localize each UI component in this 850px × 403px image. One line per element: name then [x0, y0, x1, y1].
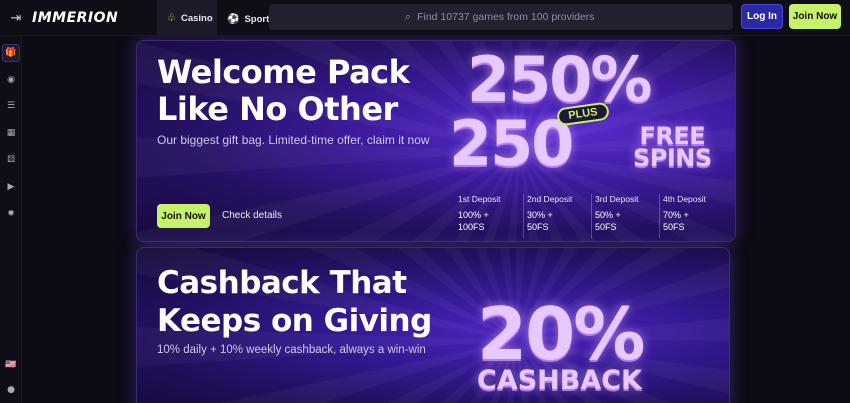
deposit-title: 3rd Deposit — [595, 194, 639, 204]
deposit-title: 1st Deposit — [458, 194, 501, 204]
deposit-item: 4th Deposit 70% + 50FS — [659, 194, 727, 238]
check-details-link[interactable]: Check details — [222, 210, 282, 221]
banner1-title-line1: Welcome Pack — [157, 53, 410, 91]
search-bar[interactable]: ⌕ — [269, 4, 733, 30]
casino-icon: ♧ — [167, 12, 176, 24]
sport-icon: ⚽ — [227, 13, 240, 25]
chat-icon[interactable]: ● — [2, 381, 20, 399]
deposit-spins: 50FS — [527, 222, 549, 232]
banner2-title-line2: Keeps on Giving — [157, 303, 432, 339]
welcome-pack-banner[interactable]: Welcome Pack Like No Other Our biggest g… — [136, 40, 736, 242]
logo-area: ⇥ IMMERION — [0, 0, 118, 36]
logo[interactable]: IMMERION — [32, 10, 118, 26]
spins-label: SPINS — [633, 144, 712, 172]
sidebar-toggle-icon[interactable]: ⇥ — [4, 6, 28, 30]
cashback-percent: 20% — [477, 292, 645, 376]
sun-icon[interactable]: ✹ — [2, 205, 20, 223]
banner2-subtitle: 10% daily + 10% weekly cashback, always … — [157, 344, 426, 356]
login-button[interactable]: Log In — [741, 4, 783, 29]
cashback-label: CASHBACK — [477, 365, 642, 396]
tab-sport-label: Sport — [244, 13, 270, 25]
dice-icon[interactable]: ⚄ — [2, 151, 20, 169]
deposit-item: 2nd Deposit 30% + 50FS — [523, 194, 591, 238]
deposit-spins: 50FS — [663, 222, 685, 232]
free-spins-label: FREE SPINS — [633, 124, 712, 172]
list-icon[interactable]: ☰ — [2, 97, 20, 115]
search-icon: ⌕ — [404, 10, 412, 23]
deposit-title: 2nd Deposit — [527, 194, 573, 204]
free-spins-number: 250 — [449, 107, 574, 180]
deposit-item: 3rd Deposit 50% + 50FS — [591, 194, 659, 238]
banner1-title-line2: Like No Other — [157, 90, 398, 128]
deposit-bonus: 100% + — [458, 210, 489, 220]
banner1-title: Welcome Pack Like No Other — [157, 53, 410, 128]
tab-casino-label: Casino — [180, 12, 213, 24]
banner2-title-line1: Cashback That — [157, 265, 407, 301]
sidebar: 🎁 ◉ ☰ ▦ ⚄ ▶ ✹ 🇺🇸 ● — [0, 36, 22, 403]
deposit-spins: 50FS — [595, 222, 617, 232]
bonus-percent: 250% — [467, 43, 653, 116]
banner1-join-button[interactable]: Join Now — [157, 204, 210, 228]
nav-tabs: ♧ Casino ⚽ Sport — [157, 0, 279, 38]
deposit-item: 1st Deposit 100% + 100FS — [455, 194, 523, 238]
banner2-title: Cashback That Keeps on Giving — [157, 264, 432, 340]
us-flag-icon[interactable]: 🇺🇸 — [2, 356, 20, 374]
deposit-bonus: 30% + — [527, 210, 553, 220]
grid-icon[interactable]: ▦ — [2, 124, 20, 142]
deposit-bonus: 70% + — [663, 210, 689, 220]
deposit-title: 4th Deposit — [663, 194, 706, 204]
tab-casino[interactable]: ♧ Casino — [157, 0, 217, 38]
deposit-spins: 100FS — [458, 222, 485, 232]
banner1-subtitle: Our biggest gift bag. Limited-time offer… — [157, 133, 430, 147]
play-icon[interactable]: ▶ — [2, 178, 20, 196]
deposit-bonus: 50% + — [595, 210, 621, 220]
gift-icon[interactable]: 🎁 — [2, 44, 20, 62]
main-content: Welcome Pack Like No Other Our biggest g… — [22, 36, 850, 403]
search-input[interactable] — [417, 11, 598, 23]
cashback-banner[interactable]: Cashback That Keeps on Giving 10% daily … — [136, 247, 730, 403]
top-bar: ⇥ IMMERION ♧ Casino ⚽ Sport ⌕ Log In Joi… — [0, 0, 850, 38]
join-now-button[interactable]: Join Now — [789, 4, 841, 29]
coins-icon[interactable]: ◉ — [2, 71, 20, 89]
deposit-breakdown: 1st Deposit 100% + 100FS 2nd Deposit 30%… — [455, 194, 727, 238]
